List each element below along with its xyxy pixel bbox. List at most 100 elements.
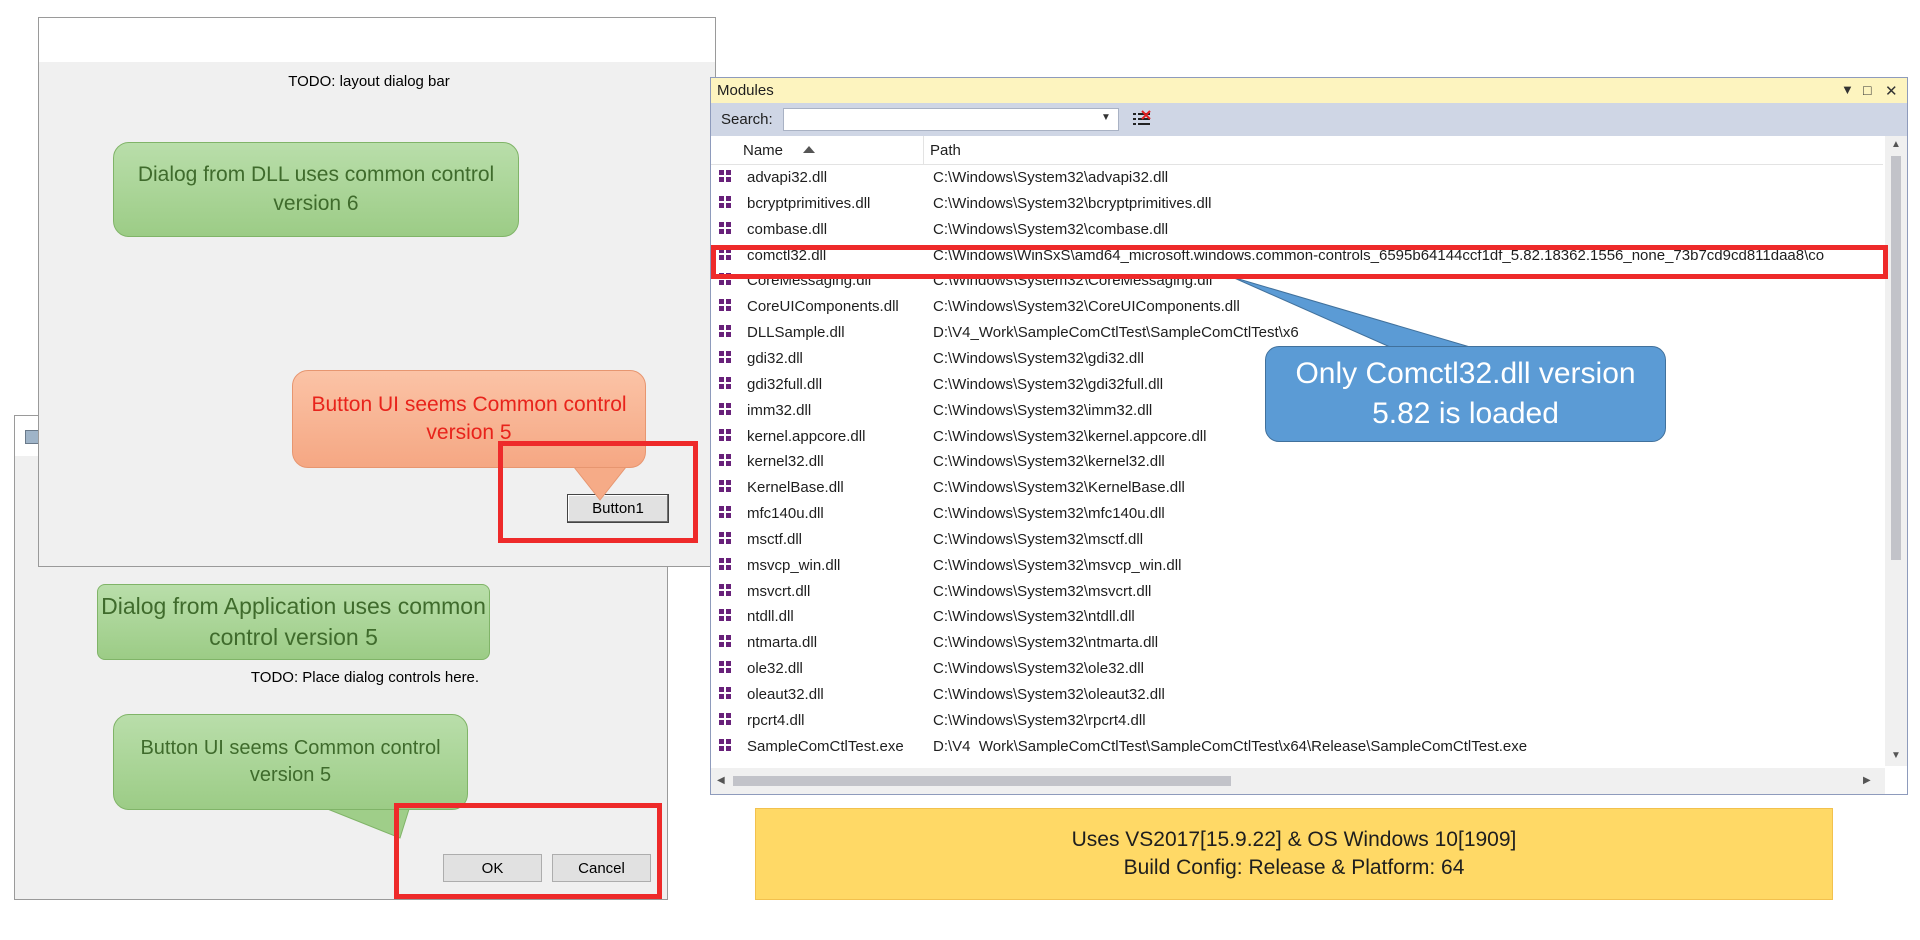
- module-icon: [719, 583, 733, 598]
- module-path: C:\Windows\System32\kernel.appcore.dll: [933, 427, 1207, 445]
- module-path: C:\Windows\System32\msvcp_win.dll: [933, 556, 1182, 574]
- module-path: C:\Windows\System32\CoreUIComponents.dll: [933, 298, 1240, 316]
- module-path: C:\Windows\System32\oleaut32.dll: [933, 686, 1165, 703]
- module-row[interactable]: SampleComCtlTest.exe D:\V4_Work\SampleCom…: [711, 734, 1883, 752]
- module-path: C:\Windows\System32\gdi32.dll: [933, 349, 1144, 367]
- module-icon: [719, 712, 733, 727]
- module-name: mfc140u.dll: [747, 505, 824, 523]
- module-row[interactable]: ntmarta.dll C:\Windows\System32\ntmarta.d…: [711, 630, 1883, 656]
- module-name: bcryptprimitives.dll: [747, 194, 871, 212]
- module-row[interactable]: ntdll.dll C:\Windows\System32\ntdll.dll: [711, 604, 1883, 630]
- module-icon: [719, 376, 733, 391]
- scroll-down-icon[interactable]: ▼: [1891, 750, 1901, 761]
- callout-dll-common-control: Dialog from DLL uses common control vers…: [113, 142, 519, 237]
- module-icon: [719, 221, 733, 236]
- module-icon: [719, 428, 733, 443]
- module-row[interactable]: combase.dll C:\Windows\System32\combase.d…: [711, 217, 1883, 243]
- module-icon: [719, 480, 733, 494]
- module-name: kernel.appcore.dll: [747, 427, 866, 445]
- window-dropdown-icon[interactable]: ▼: [1841, 82, 1854, 97]
- module-row[interactable]: advapi32.dll C:\Windows\System32\advapi32…: [711, 165, 1883, 191]
- close-icon[interactable]: ✕: [1885, 82, 1898, 100]
- module-path: C:\Windows\System32\msctf.dll: [933, 530, 1144, 548]
- module-name: advapi32.dll: [747, 169, 828, 186]
- vertical-scroll-thumb[interactable]: [1891, 156, 1901, 560]
- module-name: kernel32.dll: [747, 453, 824, 471]
- search-dropdown-icon[interactable]: ▼: [1101, 112, 1111, 123]
- module-row[interactable]: msctf.dll C:\Windows\System32\msctf.dll: [711, 527, 1883, 553]
- module-row[interactable]: ole32.dll C:\Windows\System32\ole32.dll: [711, 656, 1883, 682]
- module-icon: [719, 350, 733, 365]
- module-path: D:\V4_Work\SampleComCtlTest\SampleComCtl…: [933, 737, 1528, 752]
- clear-search-icon[interactable]: [1131, 110, 1153, 130]
- module-icon: [719, 738, 733, 752]
- module-name: msctf.dll: [747, 530, 803, 548]
- module-row[interactable]: mfc140u.dll C:\Windows\System32\mfc140u.d…: [711, 501, 1883, 527]
- module-path: C:\Windows\System32\advapi32.dll: [933, 169, 1169, 186]
- module-path: C:\Windows\System32\ole32.dll: [933, 660, 1144, 678]
- module-name: ntdll.dll: [747, 608, 794, 626]
- scroll-right-icon[interactable]: ▶: [1863, 775, 1871, 786]
- module-row[interactable]: msvcrt.dll C:\Windows\System32\msvcrt.dll: [711, 579, 1883, 605]
- module-name: msvcrt.dll: [747, 582, 811, 600]
- module-name: combase.dll: [747, 220, 828, 238]
- search-input[interactable]: [783, 108, 1119, 131]
- module-name: rpcrt4.dll: [747, 711, 805, 729]
- dll-dialog-titlebar[interactable]: [39, 18, 715, 62]
- horizontal-scroll-thumb[interactable]: [733, 776, 1231, 786]
- module-icon: [719, 299, 733, 313]
- highlight-ok-cancel: [394, 803, 662, 899]
- module-row[interactable]: DLLSample.dll D:\V4_Work\SampleComCtlTest…: [711, 320, 1883, 346]
- module-icon: [719, 557, 733, 572]
- scroll-up-icon[interactable]: ▲: [1891, 139, 1901, 150]
- module-path: C:\Windows\System32\KernelBase.dll: [933, 479, 1185, 497]
- highlight-button1: [498, 441, 698, 543]
- column-path-header[interactable]: Path: [930, 142, 961, 159]
- horizontal-scrollbar[interactable]: ◀ ▶: [711, 768, 1885, 794]
- callout-app-button: Button UI seems Common control version 5: [113, 714, 468, 810]
- dll-todo-label: TODO: layout dialog bar: [288, 73, 450, 90]
- module-row[interactable]: CoreUIComponents.dll C:\Windows\System32\…: [711, 294, 1883, 320]
- sort-ascending-icon: [803, 146, 815, 153]
- module-row[interactable]: oleaut32.dll C:\Windows\System32\oleaut32…: [711, 682, 1883, 708]
- module-row[interactable]: rpcrt4.dll C:\Windows\System32\rpcrt4.dll: [711, 708, 1883, 734]
- module-name: oleaut32.dll: [747, 686, 824, 703]
- scroll-left-icon[interactable]: ◀: [717, 775, 725, 786]
- module-row[interactable]: KernelBase.dll C:\Windows\System32\Kernel…: [711, 475, 1883, 501]
- module-row[interactable]: msvcp_win.dll C:\Windows\System32\msvcp_w…: [711, 553, 1883, 579]
- module-icon: [719, 170, 733, 184]
- build-info-line2: Build Config: Release & Platform: 64: [1123, 856, 1465, 880]
- module-icon: [719, 531, 733, 546]
- module-row[interactable]: bcryptprimitives.dll C:\Windows\System32\…: [711, 191, 1883, 217]
- module-icon: [719, 325, 733, 339]
- column-separator[interactable]: [923, 136, 924, 164]
- module-icon: [719, 402, 733, 417]
- modules-search-bar: Search: ▼: [711, 103, 1907, 136]
- module-path: C:\Windows\System32\ntmarta.dll: [933, 634, 1159, 652]
- app-window-icon: [25, 430, 39, 444]
- module-path: C:\Windows\System32\ntdll.dll: [933, 608, 1135, 626]
- module-name: msvcp_win.dll: [747, 556, 841, 574]
- column-name-header[interactable]: Name: [743, 142, 783, 159]
- module-name: imm32.dll: [747, 401, 812, 419]
- module-name: gdi32full.dll: [747, 375, 823, 393]
- module-icon: [719, 195, 733, 210]
- module-name: DLLSample.dll: [747, 324, 845, 342]
- module-path: C:\Windows\System32\imm32.dll: [933, 401, 1153, 419]
- search-label: Search:: [721, 111, 773, 128]
- module-path: C:\Windows\System32\gdi32full.dll: [933, 375, 1164, 393]
- maximize-icon[interactable]: □: [1863, 82, 1871, 98]
- modules-titlebar: Modules ▼ □ ✕: [711, 78, 1907, 104]
- module-path: C:\Windows\System32\combase.dll: [933, 220, 1169, 238]
- modules-title: Modules: [717, 82, 774, 99]
- module-row[interactable]: kernel32.dll C:\Windows\System32\kernel32…: [711, 449, 1883, 475]
- module-name: gdi32.dll: [747, 349, 803, 367]
- module-path: C:\Windows\System32\kernel32.dll: [933, 453, 1165, 471]
- vertical-scrollbar[interactable]: ▲ ▼: [1885, 136, 1907, 766]
- module-icon: [719, 687, 733, 701]
- module-path: C:\Windows\System32\mfc140u.dll: [933, 505, 1165, 523]
- module-name: ole32.dll: [747, 660, 803, 678]
- module-icon: [719, 506, 733, 520]
- module-icon: [719, 454, 733, 468]
- highlight-comctl32-row: [711, 245, 1888, 279]
